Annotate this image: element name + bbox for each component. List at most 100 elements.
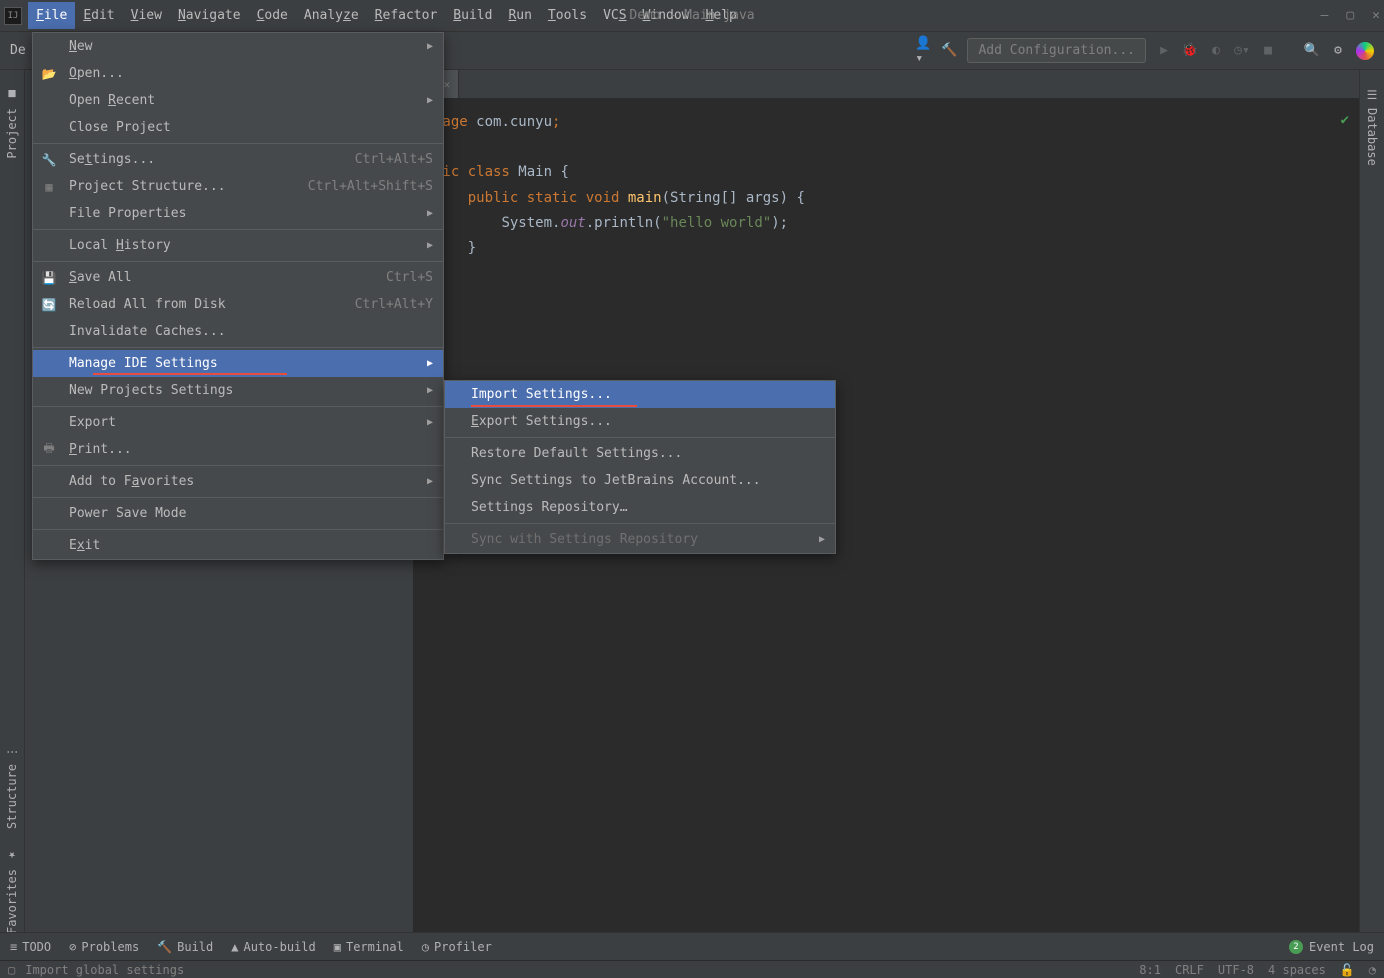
close-tab-icon[interactable]: ✕ [443,78,450,91]
chevron-right-icon: ▶ [427,95,433,106]
menu-build[interactable]: Build [445,2,500,29]
menu-run[interactable]: Run [500,2,539,29]
menu-item-open-recent[interactable]: Open Recent▶ [33,87,443,114]
minimize-icon[interactable]: — [1321,8,1329,23]
menu-analyze[interactable]: Analyze [296,2,367,29]
chevron-right-icon: ▶ [427,358,433,369]
menu-item-local-history[interactable]: Local History▶ [33,232,443,259]
reload-icon: 🔄 [41,297,57,313]
run-icon[interactable]: ▶ [1156,43,1172,59]
window-controls: — ▢ ✕ [1321,8,1380,23]
menu-item-close-project[interactable]: Close Project [33,114,443,141]
close-icon[interactable]: ✕ [1372,8,1380,23]
menu-item-power-save-mode[interactable]: Power Save Mode [33,500,443,527]
app-icon: IJ [4,7,22,25]
left-tool-window-bar: Project ■ Structure ⋮ Favorites ★ [0,70,25,944]
event-log-badge: 2 [1289,940,1303,954]
database-icon: ☰ [1365,88,1379,102]
submenu-item-restore-default-settings-[interactable]: Restore Default Settings... [445,440,835,467]
submenu-item-import-settings-[interactable]: Import Settings... [445,381,835,408]
indent[interactable]: 4 spaces [1268,963,1326,977]
user-icon[interactable]: 👤▾ [915,43,931,59]
status-message: Import global settings [25,963,184,977]
menu-item-file-properties[interactable]: File Properties▶ [33,200,443,227]
menu-file[interactable]: File [28,2,75,29]
todo-icon: ≡ [10,940,17,954]
menu-item-add-to-favorites[interactable]: Add to Favorites▶ [33,468,443,495]
status-bar: ▢ Import global settings 8:1 CRLF UTF-8 … [0,960,1384,978]
menu-item-invalidate-caches-[interactable]: Invalidate Caches... [33,318,443,345]
settings-icon[interactable]: ⚙ [1330,43,1346,59]
stop-icon[interactable]: ■ [1260,43,1276,59]
maximize-icon[interactable]: ▢ [1346,8,1354,23]
profile-icon[interactable]: ◷▾ [1234,43,1250,59]
menu-item-manage-ide-settings[interactable]: Manage IDE Settings▶ [33,350,443,377]
bottom-tool-bar: ≡TODO ⊘Problems 🔨Build ▲Auto-build ▣Terminal… [0,932,1384,960]
save-icon: 💾 [41,270,57,286]
structure-tab[interactable]: Structure ⋮ [2,736,22,839]
project-tab[interactable]: Project ■ [2,78,22,169]
event-log-button[interactable]: Event Log [1309,940,1374,954]
breadcrumb: De [10,43,26,58]
readonly-icon[interactable]: 🔓 [1340,963,1355,977]
editor-tabs: ava ✕ [414,70,1359,98]
build-icon[interactable]: 🔨 [941,43,957,59]
database-tab[interactable]: ☰ Database [1362,78,1382,176]
submenu-item-settings-repository-[interactable]: Settings Repository… [445,494,835,521]
menu-item-new[interactable]: New▶ [33,33,443,60]
chevron-right-icon: ▶ [427,417,433,428]
memory-icon[interactable]: ◔ [1369,963,1376,977]
manage-ide-settings-submenu: Import Settings...Export Settings... Rest… [444,380,836,554]
bottom-tab-build[interactable]: 🔨Build [157,940,213,954]
debug-icon[interactable]: 🐞 [1182,43,1198,59]
bottom-tab-profiler[interactable]: ◷Profiler [422,940,492,954]
menu-item-exit[interactable]: Exit [33,532,443,559]
menu-item-print-[interactable]: 🖶Print... [33,436,443,463]
menu-code[interactable]: Code [249,2,296,29]
menu-item-project-structure-[interactable]: ▦Project Structure...Ctrl+Alt+Shift+S [33,173,443,200]
menu-edit[interactable]: Edit [75,2,122,29]
file-menu-dropdown: New▶📂Open...Open Recent▶Close Project 🔧Se… [32,32,444,560]
window-icon[interactable]: ▢ [8,963,15,977]
bottom-tab-terminal[interactable]: ▣Terminal [334,940,404,954]
bottom-tab-auto-build[interactable]: ▲Auto-build [231,940,315,954]
bottom-tab-todo[interactable]: ≡TODO [10,940,51,954]
menu-item-export[interactable]: Export▶ [33,409,443,436]
submenu-item-sync-with-settings-repository: Sync with Settings Repository▶ [445,526,835,553]
print-icon: 🖶 [41,442,57,458]
run-config-button[interactable]: Add Configuration... [967,38,1146,63]
menu-refactor[interactable]: Refactor [367,2,446,29]
menubar: IJ FileEditViewNavigateCodeAnalyzeRefact… [0,0,1384,32]
chevron-right-icon: ▶ [427,476,433,487]
structure-icon: ⋮ [5,746,19,758]
menu-view[interactable]: View [123,2,170,29]
encoding[interactable]: UTF-8 [1218,963,1254,977]
chevron-right-icon: ▶ [819,534,825,545]
build-icon: 🔨 [157,940,172,954]
inspection-ok-icon[interactable]: ✔ [1341,108,1349,133]
menu-tools[interactable]: Tools [540,2,595,29]
favorites-tab[interactable]: Favorites ★ [2,839,22,944]
right-tool-window-bar: ☰ Database [1359,70,1384,944]
bottom-tab-problems[interactable]: ⊘Problems [69,940,139,954]
chevron-right-icon: ▶ [427,385,433,396]
profiler-icon: ◷ [422,940,429,954]
terminal-icon: ▣ [334,940,341,954]
line-separator[interactable]: CRLF [1175,963,1204,977]
submenu-item-sync-settings-to-jetbrains-account-[interactable]: Sync Settings to JetBrains Account... [445,467,835,494]
coverage-icon[interactable]: ◐ [1208,43,1224,59]
menu-item-settings-[interactable]: 🔧Settings...Ctrl+Alt+S [33,146,443,173]
menu-item-reload-all-from-disk[interactable]: 🔄Reload All from DiskCtrl+Alt+Y [33,291,443,318]
submenu-item-export-settings-[interactable]: Export Settings... [445,408,835,435]
folder-icon: ■ [5,88,19,102]
search-icon[interactable]: 🔍 [1304,43,1320,59]
chevron-right-icon: ▶ [427,41,433,52]
menu-navigate[interactable]: Navigate [170,2,249,29]
cursor-position[interactable]: 8:1 [1139,963,1161,977]
menu-item-open-[interactable]: 📂Open... [33,60,443,87]
window-title: Demo - Main.java [629,8,754,23]
structure-icon: ▦ [41,179,57,195]
menu-item-new-projects-settings[interactable]: New Projects Settings▶ [33,377,443,404]
menu-item-save-all[interactable]: 💾Save AllCtrl+S [33,264,443,291]
jetbrains-logo-icon[interactable] [1356,42,1374,60]
